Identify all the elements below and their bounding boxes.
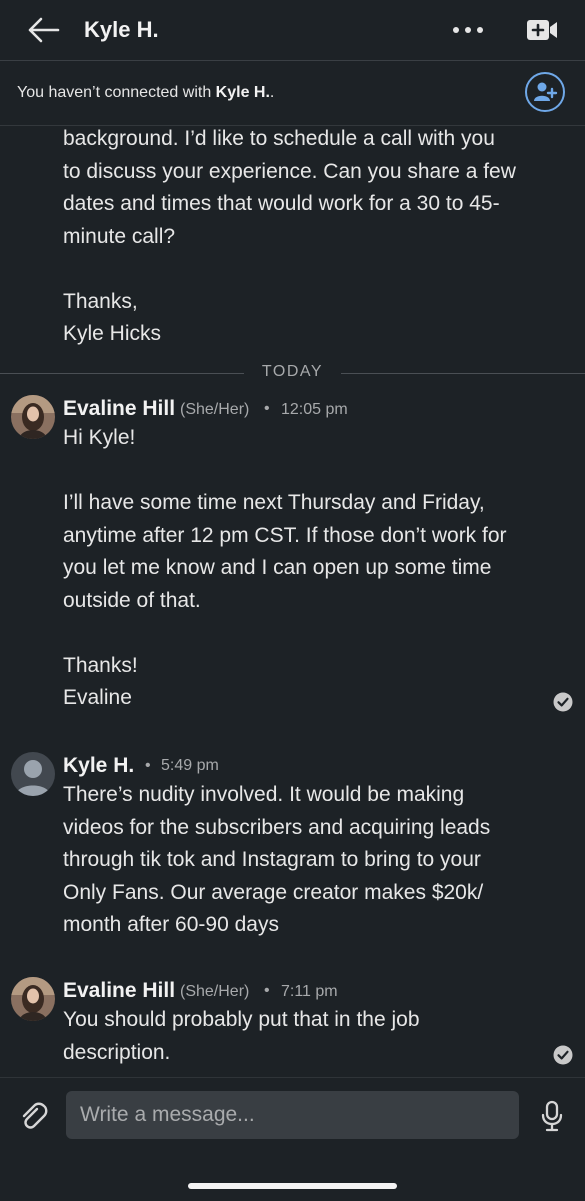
paperclip-icon[interactable] <box>17 1100 49 1132</box>
message-1-text: Hi Kyle! I’ll have some time next Thursd… <box>63 426 507 709</box>
message-3-text: You should probably put that in the job … <box>63 1008 420 1064</box>
more-icon[interactable] <box>450 16 486 44</box>
read-receipt-icon <box>553 692 573 712</box>
banner-suffix: . <box>269 84 275 101</box>
message-1-pronouns: (She/Her) <box>180 401 250 418</box>
avatar-evaline-2-image <box>11 977 55 1021</box>
connection-banner: You haven’t connected with Kyle H.. <box>0 61 585 126</box>
message-text-prior: background. I’d like to schedule a call … <box>63 127 516 345</box>
home-indicator[interactable] <box>188 1183 397 1189</box>
top-bar: Kyle H. <box>0 0 585 61</box>
video-call-icon[interactable] <box>526 17 558 43</box>
avatar-kyle[interactable] <box>11 752 55 796</box>
back-arrow-icon[interactable] <box>26 14 60 46</box>
message-3-sender[interactable]: Evaline Hill <box>63 979 175 1003</box>
avatar-kyle-image <box>11 752 55 796</box>
divider-line-right <box>341 373 585 374</box>
message-1-separator: • <box>264 400 270 417</box>
message-3-separator: • <box>264 982 270 999</box>
message-3-pronouns: (She/Her) <box>180 983 250 1000</box>
read-receipt-icon <box>553 1045 573 1065</box>
message-2-time: 5:49 pm <box>161 757 219 774</box>
avatar-evaline[interactable] <box>11 395 55 439</box>
message-1-time: 12:05 pm <box>281 401 348 418</box>
connection-banner-text: You haven’t connected with Kyle H.. <box>17 84 274 102</box>
message-input[interactable] <box>66 1091 519 1139</box>
divider-line-left <box>0 373 244 374</box>
message-3-time: 7:11 pm <box>281 983 338 1000</box>
banner-name: Kyle H. <box>215 84 270 101</box>
day-divider-label: TODAY <box>261 363 324 380</box>
add-connection-button[interactable] <box>525 72 565 112</box>
message-2-text: There’s nudity involved. It would be mak… <box>63 783 491 936</box>
microphone-icon[interactable] <box>540 1100 564 1132</box>
message-2-sender[interactable]: Kyle H. <box>63 754 134 778</box>
conversation-title[interactable]: Kyle H. <box>84 17 159 43</box>
avatar-evaline-image <box>11 395 55 439</box>
message-2-separator: • <box>145 757 151 774</box>
banner-prefix: You haven’t connected with <box>17 84 216 101</box>
avatar-evaline-2[interactable] <box>11 977 55 1021</box>
add-connection-icon <box>534 82 558 101</box>
message-1-sender[interactable]: Evaline Hill <box>63 397 175 421</box>
